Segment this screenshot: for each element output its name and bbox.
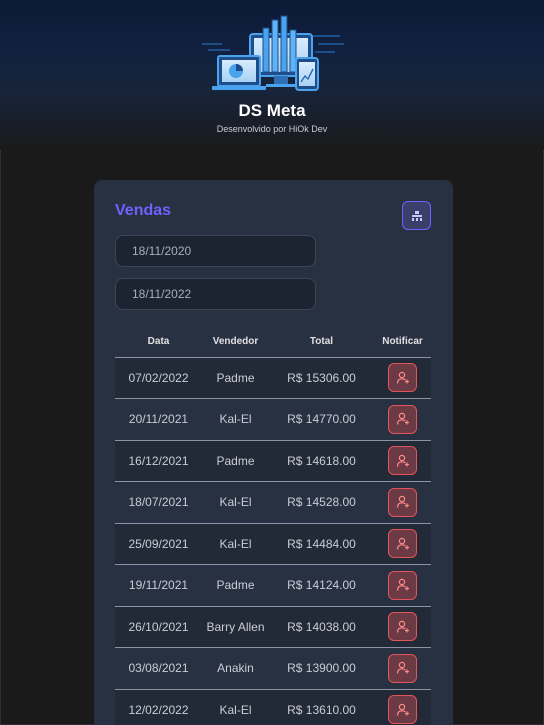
card-title: Vendas	[115, 202, 172, 219]
table-row: 26/10/2021 Barry Allen R$ 14038.00	[115, 606, 431, 648]
cell-seller: Kal-El	[202, 689, 269, 725]
header-notify: Notificar	[374, 326, 431, 358]
cell-notify	[374, 606, 431, 648]
app-title: DS Meta	[238, 101, 306, 120]
table-row: 18/07/2021 Kal-El R$ 14528.00	[115, 481, 431, 524]
cell-total: R$ 14618.00	[269, 440, 374, 482]
notify-user-icon	[396, 413, 409, 425]
notify-user-icon	[396, 662, 409, 674]
cell-notify	[374, 647, 431, 690]
cell-total: R$ 14770.00	[269, 398, 374, 441]
cell-notify	[374, 398, 431, 441]
table-row: 16/12/2021 Padme R$ 14618.00	[115, 440, 431, 482]
cell-notify	[374, 357, 431, 399]
sales-table: Data Vendedor Total Notificar 07/02/2022…	[115, 326, 431, 725]
cell-seller: Kal-El	[202, 398, 269, 441]
notify-button[interactable]	[388, 570, 417, 600]
notify-user-icon	[396, 454, 409, 467]
cell-date: 20/11/2021	[115, 398, 202, 441]
table-row: 20/11/2021 Kal-El R$ 14770.00	[115, 398, 431, 441]
cell-date: 26/10/2021	[115, 606, 202, 648]
cell-seller: Kal-El	[202, 523, 269, 565]
notify-button[interactable]	[388, 612, 417, 642]
table-row: 03/08/2021 Anakin R$ 13900.00	[115, 647, 431, 690]
table-header-row: Data Vendedor Total Notificar	[115, 326, 431, 358]
table-row: 07/02/2022 Padme R$ 15306.00	[115, 357, 431, 399]
cell-seller: Barry Allen	[202, 606, 269, 648]
end-date-input[interactable]: 18/11/2022	[115, 278, 316, 310]
header-total: Total	[269, 326, 374, 358]
cell-date: 07/02/2022	[115, 357, 202, 399]
cell-notify	[374, 689, 431, 725]
cell-total: R$ 14124.00	[269, 564, 374, 607]
dashboard-devices-illustration	[202, 15, 344, 91]
table-row: 12/02/2022 Kal-El R$ 13610.00	[115, 689, 431, 725]
cell-total: R$ 13900.00	[269, 647, 374, 690]
cell-seller: Kal-El	[202, 481, 269, 524]
cell-seller: Anakin	[202, 647, 269, 690]
notify-button[interactable]	[388, 487, 417, 517]
notify-button[interactable]	[388, 363, 417, 393]
notify-button[interactable]	[388, 653, 417, 683]
filter-button[interactable]	[402, 201, 431, 230]
cell-date: 19/11/2021	[115, 564, 202, 607]
notify-user-icon	[396, 496, 409, 508]
cell-date: 12/02/2022	[115, 689, 202, 725]
cell-total: R$ 14528.00	[269, 481, 374, 524]
notify-user-icon	[396, 371, 409, 384]
cell-date: 18/07/2021	[115, 481, 202, 524]
notify-user-icon	[396, 537, 409, 550]
cell-notify	[374, 481, 431, 524]
header-date: Data	[115, 326, 202, 358]
notify-user-icon	[396, 579, 409, 591]
cell-notify	[374, 440, 431, 482]
notify-button[interactable]	[388, 404, 417, 434]
notify-user-icon	[396, 703, 409, 716]
cell-total: R$ 14038.00	[269, 606, 374, 648]
notify-button[interactable]	[388, 529, 417, 559]
cell-date: 16/12/2021	[115, 440, 202, 482]
cell-total: R$ 13610.00	[269, 689, 374, 725]
table-row: 19/11/2021 Padme R$ 14124.00	[115, 564, 431, 607]
cell-total: R$ 14484.00	[269, 523, 374, 565]
cell-seller: Padme	[202, 440, 269, 482]
cell-notify	[374, 523, 431, 565]
filter-icon	[411, 210, 422, 221]
cell-seller: Padme	[202, 564, 269, 607]
cell-notify	[374, 564, 431, 607]
start-date-input[interactable]: 18/11/2020	[115, 235, 316, 267]
notify-user-icon	[396, 620, 409, 633]
sales-card: Vendas 18/11/2020 18/11/2022 Data Vended…	[94, 180, 453, 725]
app-subtitle: Desenvolvido por HiOk Dev	[216, 124, 328, 134]
cell-date: 03/08/2021	[115, 647, 202, 690]
header-seller: Vendedor	[202, 326, 269, 358]
notify-button[interactable]	[388, 446, 417, 476]
notify-button[interactable]	[388, 695, 417, 725]
app-header: DS Meta Desenvolvido por HiOk Dev	[0, 0, 544, 150]
cell-total: R$ 15306.00	[269, 357, 374, 399]
cell-seller: Padme	[202, 357, 269, 399]
cell-date: 25/09/2021	[115, 523, 202, 565]
table-row: 25/09/2021 Kal-El R$ 14484.00	[115, 523, 431, 565]
